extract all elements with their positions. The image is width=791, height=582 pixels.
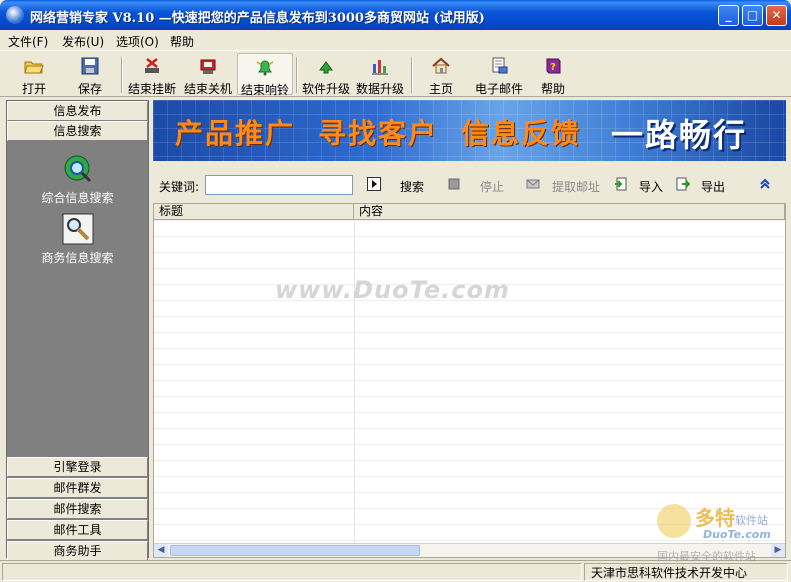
sidebar-item-general-search[interactable]: 综合信息搜索 <box>7 153 148 206</box>
scroll-thumb[interactable] <box>170 545 420 556</box>
hangup-icon <box>145 58 159 73</box>
svg-text:?: ? <box>550 62 556 73</box>
sidebar-tab-info-publish[interactable]: 信息发布 <box>7 101 148 121</box>
toolbar: 打开 保存 结束挂断 结束关机 结束响铃 软件升级 数据升级 主页 电子邮件 ?… <box>0 50 791 97</box>
title-bar: 网络营销专家 V8.10 —快速把您的产品信息发布到3000多商贸网站 (试用版… <box>0 0 791 30</box>
help-label: 帮助 <box>540 82 565 96</box>
close-button[interactable]: ✕ <box>766 5 787 26</box>
column-divider <box>354 220 355 543</box>
open-folder-icon <box>24 61 44 74</box>
table-rows <box>154 220 785 543</box>
mascot-icon <box>657 504 691 538</box>
import-button[interactable]: 导入 <box>639 178 663 195</box>
extract-email-button[interactable]: 提取邮址 <box>552 178 600 195</box>
toolbar-separator <box>411 57 413 93</box>
menu-help[interactable]: 帮助 <box>170 33 194 50</box>
menu-file[interactable]: 文件(F) <box>8 33 48 50</box>
status-cell <box>2 563 582 581</box>
email-button[interactable]: 电子邮件 <box>470 53 528 96</box>
keyword-input[interactable] <box>205 175 353 195</box>
end-hangup-button[interactable]: 结束挂断 <box>124 53 180 96</box>
software-upgrade-label: 软件升级 <box>301 82 350 96</box>
search-button[interactable]: 搜索 <box>400 178 424 195</box>
corner-logo: 多特 软件站 DuoTe.com 国内最安全的软件站 <box>657 504 771 563</box>
end-ring-label: 结束响铃 <box>240 83 289 97</box>
collapse-up-icon[interactable] <box>758 177 772 191</box>
email-icon <box>492 57 508 74</box>
banner-slogan: 产品推广 <box>175 117 296 150</box>
search-toolbar: 关键词: 搜索 停止 提取邮址 导入 导出 <box>153 168 786 202</box>
stop-button[interactable]: 停止 <box>480 178 504 195</box>
open-button[interactable]: 打开 <box>4 53 64 96</box>
toolbar-separator <box>121 57 123 93</box>
menu-bar: 文件(F) 发布(U) 选项(O) 帮助 <box>0 30 791 50</box>
help-button[interactable]: ? 帮助 <box>530 53 576 96</box>
save-button[interactable]: 保存 <box>60 53 120 96</box>
sidebar-tab-mass-mail[interactable]: 邮件群发 <box>7 478 148 498</box>
play-icon <box>367 177 381 191</box>
export-button[interactable]: 导出 <box>701 178 725 195</box>
sidebar: 信息发布 信息搜索 综合信息搜索 商务信息搜索 引擎登录 邮件群发 邮件搜索 邮… <box>6 100 149 561</box>
end-shutdown-label: 结束关机 <box>183 82 232 96</box>
toolbar-separator <box>296 57 298 93</box>
ring-bell-icon <box>256 60 274 76</box>
sidebar-item-general-search-label: 综合信息搜索 <box>41 191 114 205</box>
email-label: 电子邮件 <box>474 82 523 96</box>
banner-slogan: 一路畅行 <box>611 116 748 154</box>
minimize-button[interactable]: _ <box>718 5 739 26</box>
menu-options[interactable]: 选项(O) <box>116 33 159 50</box>
banner-slogan: 寻找客户 <box>318 117 439 150</box>
keyword-label: 关键词: <box>159 180 200 194</box>
maximize-button[interactable]: □ <box>742 5 763 26</box>
extract-icon <box>526 179 540 189</box>
globe-search-icon <box>64 155 91 183</box>
end-shutdown-button[interactable]: 结束关机 <box>180 53 236 96</box>
save-label: 保存 <box>77 82 102 96</box>
sidebar-tab-engine-login[interactable]: 引擎登录 <box>7 457 148 477</box>
window-title: 网络营销专家 V8.10 —快速把您的产品信息发布到3000多商贸网站 (试用版… <box>30 11 485 26</box>
sidebar-tab-business-assistant[interactable]: 商务助手 <box>7 541 148 561</box>
stop-icon <box>448 178 460 190</box>
open-label: 打开 <box>21 82 46 96</box>
end-ring-button[interactable]: 结束响铃 <box>237 53 293 97</box>
import-icon <box>615 177 627 191</box>
magnifier-icon <box>62 213 93 245</box>
app-icon <box>6 6 24 24</box>
save-disk-icon <box>81 57 99 75</box>
column-header-content[interactable]: 内容 <box>354 204 785 220</box>
home-button[interactable]: 主页 <box>416 53 466 96</box>
sidebar-item-business-search[interactable]: 商务信息搜索 <box>7 213 148 266</box>
watermark: www.DuoTe.com <box>275 276 510 304</box>
bar-chart-icon <box>372 60 388 75</box>
menu-publish[interactable]: 发布(U) <box>62 33 104 50</box>
data-upgrade-label: 数据升级 <box>355 82 404 96</box>
sidebar-tab-mail-tools[interactable]: 邮件工具 <box>7 520 148 540</box>
upgrade-arrow-icon <box>319 61 333 74</box>
promo-banner: 产品推广 寻找客户 信息反馈 一路畅行 <box>153 100 786 161</box>
sidebar-tab-mail-search[interactable]: 邮件搜索 <box>7 499 148 519</box>
end-hangup-label: 结束挂断 <box>127 82 176 96</box>
software-upgrade-button[interactable]: 软件升级 <box>299 53 353 96</box>
status-company: 天津市思科软件技术开发中心 <box>591 566 748 580</box>
home-label: 主页 <box>428 82 453 96</box>
data-upgrade-button[interactable]: 数据升级 <box>353 53 407 96</box>
help-book-icon: ? <box>546 58 561 74</box>
scroll-left-icon[interactable]: ◀ <box>154 544 168 557</box>
export-icon <box>676 177 690 191</box>
banner-slogan: 信息反馈 <box>461 117 582 150</box>
sidebar-tab-info-search[interactable]: 信息搜索 <box>7 121 148 141</box>
shutdown-icon <box>200 59 216 74</box>
sidebar-item-business-search-label: 商务信息搜索 <box>41 251 114 265</box>
home-icon <box>432 57 450 74</box>
column-header-title[interactable]: 标题 <box>154 204 354 220</box>
